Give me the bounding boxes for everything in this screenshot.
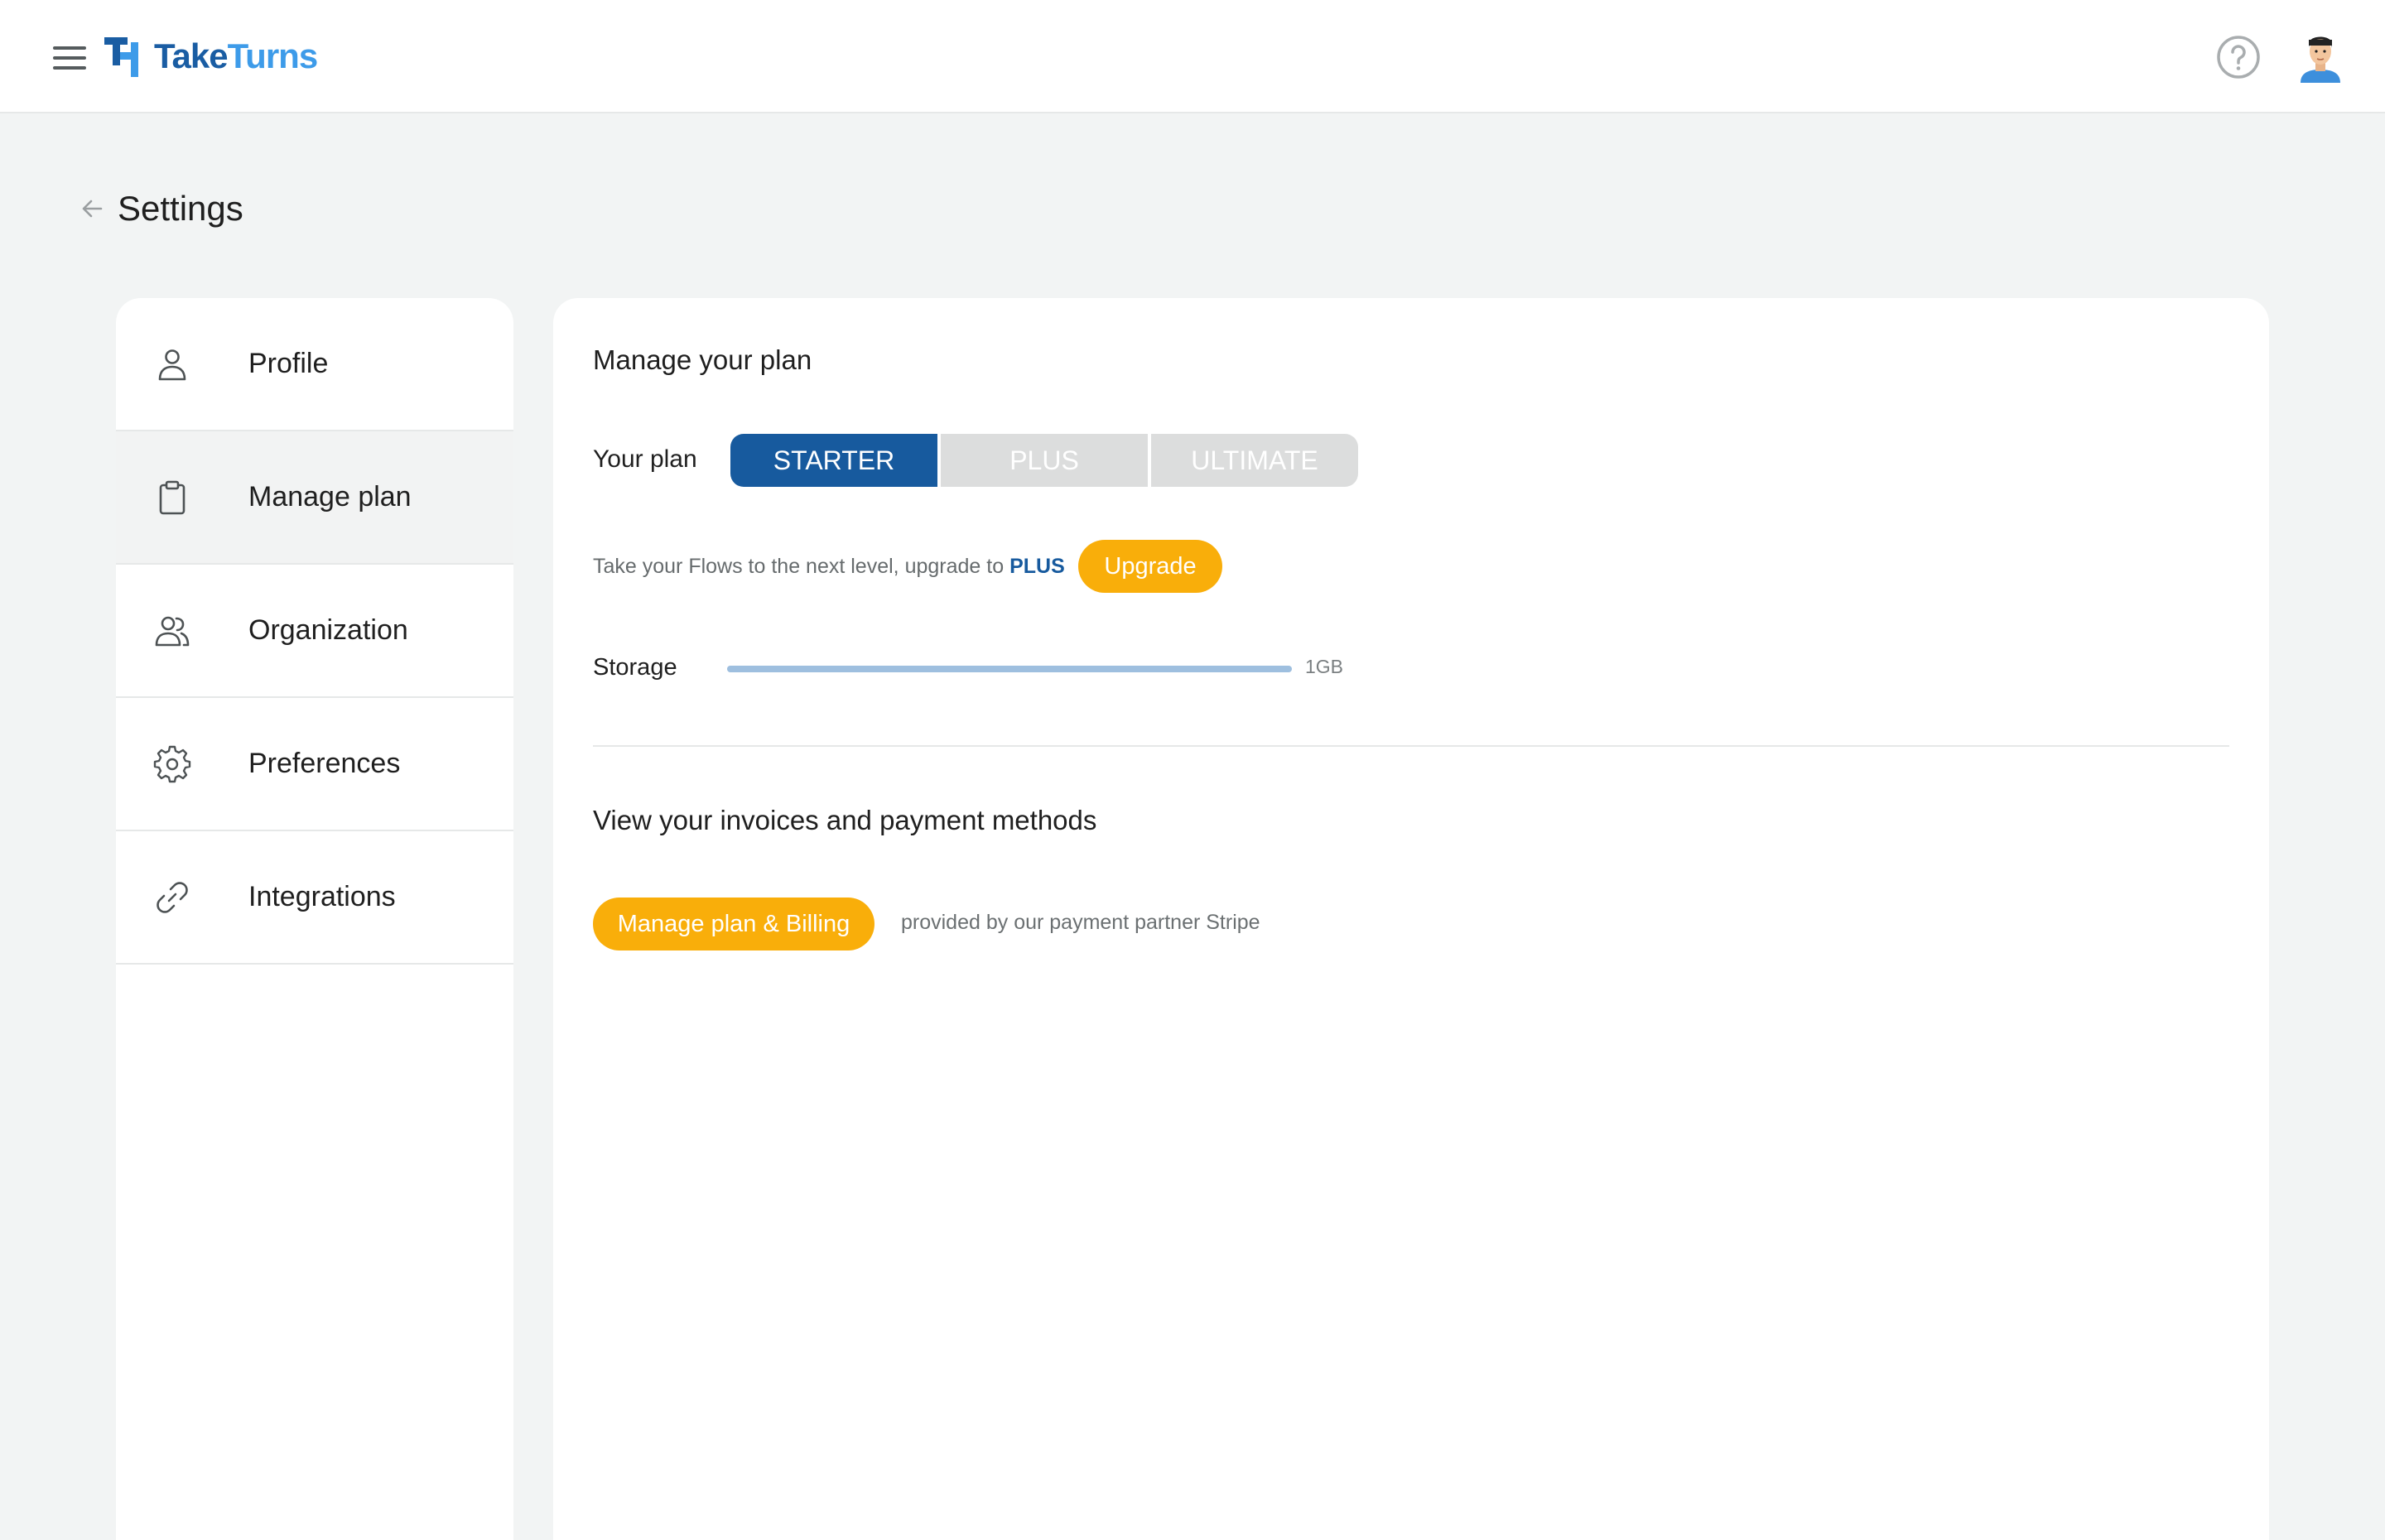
sidebar-item-label: Preferences: [248, 748, 401, 779]
upgrade-button[interactable]: Upgrade: [1078, 540, 1222, 593]
storage-progress-fill: [727, 666, 1292, 672]
sidebar-item-manage-plan[interactable]: Manage plan: [116, 431, 513, 565]
stripe-note: provided by our payment partner Stripe: [901, 911, 1260, 934]
sidebar-item-label: Profile: [248, 348, 329, 379]
storage-capacity: 1GB: [1305, 656, 1344, 677]
link-icon: [157, 881, 188, 913]
logo-text-turns: Turns: [227, 36, 319, 75]
storage-progress-bar: [727, 666, 1292, 672]
user-icon: [158, 349, 186, 380]
user-avatar[interactable]: [2297, 31, 2344, 83]
sidebar-item-label: Integrations: [248, 881, 396, 912]
plan-toggle: STARTER PLUS ULTIMATE: [730, 434, 1358, 487]
section-divider: [593, 745, 2229, 747]
gear-icon: [153, 745, 191, 782]
logo-text: TakeTurns: [154, 31, 319, 81]
page-header: Settings: [78, 184, 243, 233]
main-panel: Manage your plan Your plan STARTER PLUS …: [553, 298, 2269, 1540]
manage-billing-button[interactable]: Manage plan & Billing: [593, 898, 874, 950]
sidebar-item-label: Organization: [248, 614, 408, 646]
plan-option-ultimate[interactable]: ULTIMATE: [1151, 434, 1358, 487]
sidebar-item-organization[interactable]: Organization: [116, 565, 513, 698]
users-icon: [155, 616, 190, 646]
upgrade-target-plan: PLUS: [1009, 555, 1065, 578]
logo-text-take: Take: [154, 36, 229, 75]
hamburger-menu-icon[interactable]: [53, 45, 86, 71]
arrow-left-icon[interactable]: [78, 195, 106, 223]
sidebar-item-integrations[interactable]: Integrations: [116, 831, 513, 965]
sidebar-item-profile[interactable]: Profile: [116, 298, 513, 431]
storage-label: Storage: [593, 654, 677, 681]
taketurns-logo[interactable]: TakeTurns: [104, 31, 319, 81]
plan-option-plus[interactable]: PLUS: [941, 434, 1148, 487]
plan-option-starter[interactable]: STARTER: [730, 434, 937, 487]
your-plan-label: Your plan: [593, 445, 697, 473]
top-bar: TakeTurns: [0, 0, 2385, 113]
page-title: Settings: [118, 189, 243, 228]
sidebar-item-preferences[interactable]: Preferences: [116, 698, 513, 831]
help-circle-icon[interactable]: [2216, 35, 2261, 79]
logo-mark-icon: [104, 37, 138, 77]
billing-heading: View your invoices and payment methods: [593, 805, 1097, 835]
settings-sidebar: Profile Manage plan Organization Prefere…: [116, 298, 513, 1540]
upgrade-prompt-text: Take your Flows to the next level, upgra…: [593, 555, 1005, 578]
sidebar-item-label: Manage plan: [248, 481, 412, 513]
upgrade-prompt: Take your Flows to the next level, upgra…: [593, 555, 1065, 579]
clipboard-icon: [159, 480, 186, 514]
manage-plan-heading: Manage your plan: [593, 344, 812, 375]
